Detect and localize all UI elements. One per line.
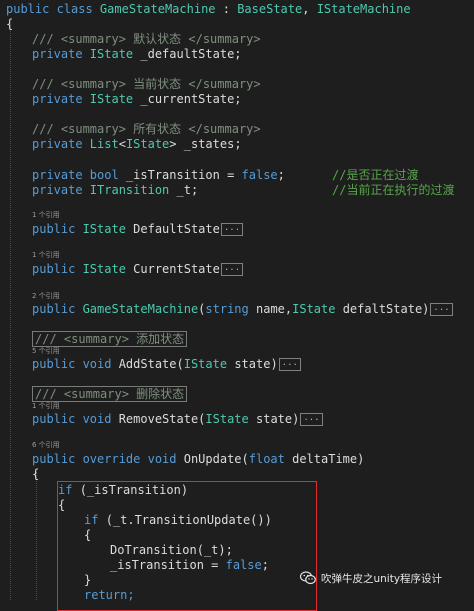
code-line-brace[interactable]: { [6, 16, 13, 32]
code-comment-current-state[interactable]: /// <summary> 当前状态 </summary> [32, 76, 261, 92]
collapsed-region-button[interactable]: ... [278, 358, 301, 371]
collapsed-region-button[interactable]: ... [430, 303, 453, 316]
code-line-constructor[interactable]: public GameStateMachine(string name,ISta… [32, 301, 453, 317]
reference-count[interactable]: 5 个引用 [32, 346, 60, 356]
code-line-is-transition-field[interactable]: private bool _isTransition = false; [32, 167, 285, 183]
code-line-transition-field[interactable]: private ITransition _t; [32, 182, 198, 198]
reference-count[interactable]: 2 个引用 [32, 291, 60, 301]
code-line-states-field[interactable]: private List<IState> _states; [32, 136, 242, 152]
code-comment-default-state[interactable]: /// <summary> 默认状态 </summary> [32, 31, 261, 47]
highlight-box [57, 481, 317, 611]
indent-guide [10, 24, 11, 600]
code-comment-all-states[interactable]: /// <summary> 所有状态 </summary> [32, 121, 261, 137]
code-comment-current-transition[interactable]: //当前正在执行的过渡 [332, 182, 454, 198]
wechat-icon [299, 571, 316, 585]
reference-count[interactable]: 1 个引用 [32, 210, 60, 220]
code-comment-add-state[interactable]: /// <summary> 添加状态 [32, 331, 188, 347]
collapsed-comment[interactable]: /// <summary> 添加状态 [32, 331, 188, 347]
watermark-text: 吹弹牛皮之unity程序设计 [321, 572, 443, 585]
code-line-add-state-method[interactable]: public void AddState(IState state)... [32, 356, 301, 372]
code-line-default-state-field[interactable]: private IState _defaultState; [32, 46, 242, 62]
collapsed-comment[interactable]: /// <summary> 删除状态 [32, 386, 188, 402]
collapsed-region-button[interactable]: ... [300, 413, 323, 426]
code-comment-remove-state[interactable]: /// <summary> 删除状态 [32, 386, 188, 402]
reference-count[interactable]: 6 个引用 [32, 440, 60, 450]
code-editor[interactable]: public class GameStateMachine : BaseStat… [0, 0, 474, 611]
code-line-on-update-method[interactable]: public override void OnUpdate(float delt… [32, 451, 364, 467]
watermark: 吹弹牛皮之unity程序设计 [299, 569, 443, 587]
code-line-brace[interactable]: { [32, 466, 39, 482]
indent-guide [36, 472, 37, 600]
reference-count[interactable]: 1 个引用 [32, 401, 60, 411]
collapsed-region-button[interactable]: ... [220, 223, 244, 236]
code-comment-is-transitioning[interactable]: //是否正在过渡 [332, 167, 418, 183]
code-line-current-state-field[interactable]: private IState _currentState; [32, 91, 242, 107]
code-line-current-state-property[interactable]: public IState CurrentState... [32, 261, 244, 277]
code-line-class-declaration[interactable]: public class GameStateMachine : BaseStat… [6, 1, 411, 17]
collapsed-region-button[interactable]: ... [220, 263, 244, 276]
reference-count[interactable]: 1 个引用 [32, 250, 60, 260]
code-line-default-state-property[interactable]: public IState DefaultState... [32, 221, 244, 237]
code-line-remove-state-method[interactable]: public void RemoveState(IState state)... [32, 411, 323, 427]
